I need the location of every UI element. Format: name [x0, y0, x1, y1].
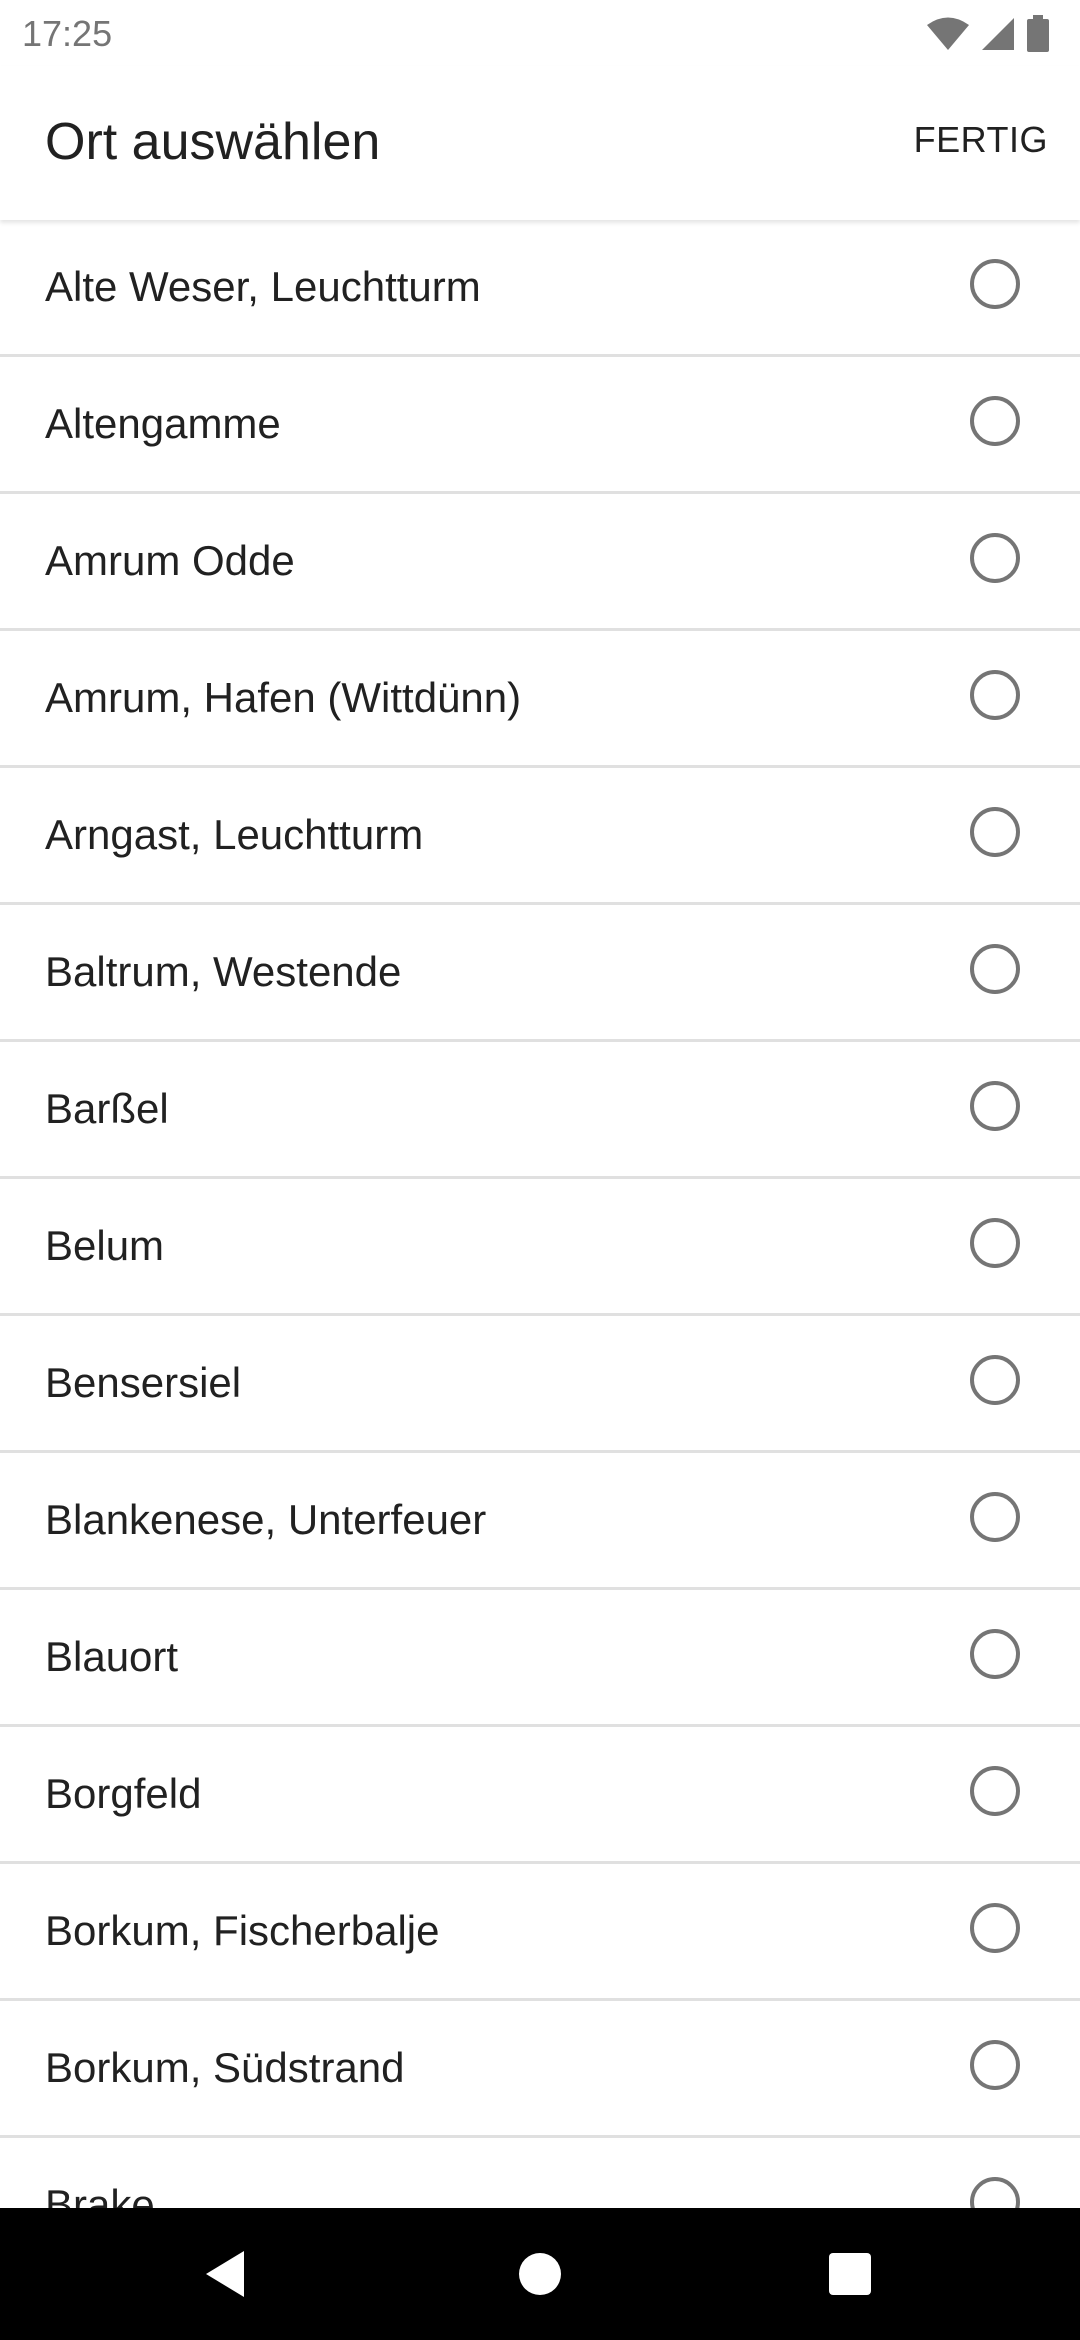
- recents-icon[interactable]: [810, 2234, 890, 2314]
- radio-button[interactable]: [970, 1081, 1020, 1131]
- location-label: Blankenese, Unterfeuer: [45, 1496, 487, 1543]
- page-title: Ort auswählen: [45, 113, 381, 171]
- status-bar: 17:25: [0, 0, 1080, 66]
- radio-button[interactable]: [970, 1218, 1020, 1268]
- app-bar: Ort auswählen FERTIG: [0, 66, 1080, 220]
- list-item[interactable]: Bensersiel: [0, 1316, 1080, 1453]
- list-item[interactable]: Borgfeld: [0, 1727, 1080, 1864]
- location-label: Borgfeld: [45, 1770, 202, 1817]
- radio-button[interactable]: [970, 533, 1020, 583]
- list-item[interactable]: Altengamme: [0, 357, 1080, 494]
- location-label: Altengamme: [45, 400, 281, 447]
- battery-icon: [1026, 15, 1050, 53]
- list-item[interactable]: Alte Weser, Leuchtturm: [0, 220, 1080, 357]
- location-label: Belum: [45, 1222, 165, 1269]
- location-label: Blauort: [45, 1633, 179, 1680]
- wifi-icon: [926, 17, 970, 51]
- radio-button[interactable]: [970, 396, 1020, 446]
- location-label: Brake: [45, 2181, 155, 2208]
- radio-button[interactable]: [970, 1766, 1020, 1816]
- screen: 17:25 Ort auswählen FERTIG Alte Weser, L…: [0, 0, 1080, 2340]
- signal-icon: [980, 16, 1016, 52]
- done-button[interactable]: FERTIG: [914, 118, 1048, 162]
- status-icons: [926, 14, 1050, 54]
- location-label: Borkum, Fischerbalje: [45, 1907, 440, 1954]
- list-item[interactable]: Baltrum, Westende: [0, 905, 1080, 1042]
- radio-button[interactable]: [970, 1903, 1020, 1953]
- home-icon[interactable]: [500, 2234, 580, 2314]
- list-item[interactable]: Borkum, Südstrand: [0, 2001, 1080, 2138]
- list-item[interactable]: Amrum, Hafen (Wittdünn): [0, 631, 1080, 768]
- list-item[interactable]: Arngast, Leuchtturm: [0, 768, 1080, 905]
- radio-button[interactable]: [970, 2177, 1020, 2208]
- list-item[interactable]: Barßel: [0, 1042, 1080, 1179]
- radio-button[interactable]: [970, 1492, 1020, 1542]
- radio-button[interactable]: [970, 2040, 1020, 2090]
- navigation-bar: [0, 2208, 1080, 2340]
- location-list[interactable]: Alte Weser, Leuchtturm Altengamme Amrum Od…: [0, 220, 1080, 2208]
- location-label: Arngast, Leuchtturm: [45, 811, 424, 858]
- location-label: Amrum Odde: [45, 537, 295, 584]
- location-label: Barßel: [45, 1085, 169, 1132]
- radio-button[interactable]: [970, 1355, 1020, 1405]
- back-icon[interactable]: [185, 2234, 265, 2314]
- list-item[interactable]: Amrum Odde: [0, 494, 1080, 631]
- location-label: Bensersiel: [45, 1359, 242, 1406]
- radio-button[interactable]: [970, 944, 1020, 994]
- location-label: Borkum, Südstrand: [45, 2044, 405, 2091]
- list-item[interactable]: Brake: [0, 2138, 1080, 2208]
- location-label: Amrum, Hafen (Wittdünn): [45, 674, 522, 721]
- radio-button[interactable]: [970, 670, 1020, 720]
- list-item[interactable]: Belum: [0, 1179, 1080, 1316]
- location-label: Alte Weser, Leuchtturm: [45, 263, 481, 310]
- location-label: Baltrum, Westende: [45, 948, 402, 995]
- status-time: 17:25: [22, 13, 113, 54]
- radio-button[interactable]: [970, 1629, 1020, 1679]
- radio-button[interactable]: [970, 259, 1020, 309]
- list-item[interactable]: Borkum, Fischerbalje: [0, 1864, 1080, 2001]
- list-item[interactable]: Blauort: [0, 1590, 1080, 1727]
- radio-button[interactable]: [970, 807, 1020, 857]
- list-item[interactable]: Blankenese, Unterfeuer: [0, 1453, 1080, 1590]
